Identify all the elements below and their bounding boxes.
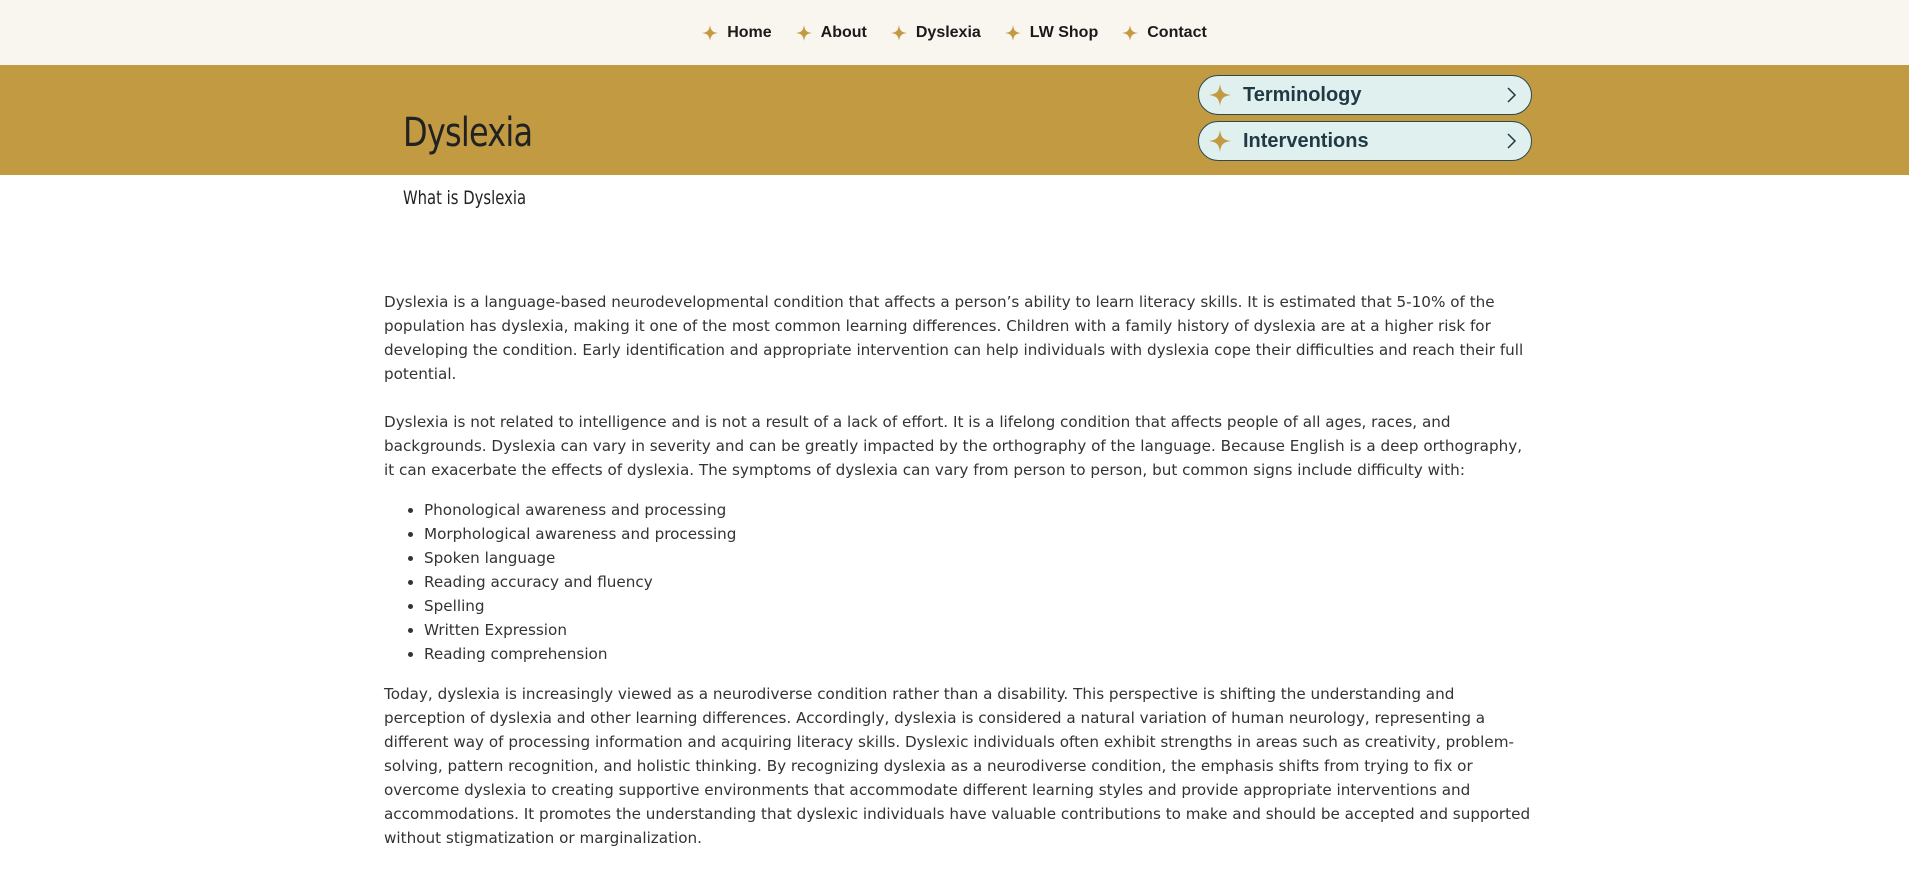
paragraph-symptoms: Dyslexia is not related to intelligence … (384, 413, 1523, 479)
symptom-list: Phonological awareness and processing Mo… (384, 498, 1534, 666)
sparkle-star-icon (1122, 24, 1139, 41)
nav-item-contact[interactable]: Contact (1122, 24, 1207, 42)
sparkle-star-icon (795, 24, 812, 41)
list-item: Morphological awareness and processing (424, 522, 1534, 546)
sparkle-star-icon (1004, 24, 1021, 41)
nav-label: LW Shop (1029, 23, 1099, 41)
nav-item-dyslexia[interactable]: Dyslexia (890, 23, 981, 42)
nav-label: Contact (1147, 23, 1207, 41)
paragraph-neurodiversity: Today, dyslexia is increasingly viewed a… (384, 685, 1531, 847)
list-item: Spelling (424, 594, 1534, 618)
list-item: Reading comprehension (424, 642, 1534, 666)
page-title: Dyslexia (403, 110, 533, 156)
chevron-right-icon (1505, 133, 1517, 149)
interventions-label: Interventions (1243, 129, 1369, 152)
top-navigation: Home About Dyslexia LW Shop Contact (0, 0, 1909, 65)
paragraph-intro: Dyslexia is a language-based neurodevelo… (384, 293, 1524, 383)
nav-label: About (820, 23, 867, 41)
list-item: Spoken language (424, 546, 1534, 570)
sparkle-star-icon (702, 24, 719, 41)
interventions-link-button[interactable]: Interventions (1198, 121, 1532, 161)
nav-label: Home (727, 23, 772, 41)
terminology-link-button[interactable]: Terminology (1198, 75, 1532, 115)
terminology-label: Terminology (1243, 83, 1362, 106)
chevron-right-icon (1505, 87, 1517, 103)
page-banner: Dyslexia Terminology Interventions (0, 65, 1909, 175)
sparkle-star-icon (890, 24, 907, 41)
section-subtitle: What is Dyslexia (403, 187, 527, 209)
nav-item-home[interactable]: Home (702, 23, 772, 42)
nav-item-about[interactable]: About (795, 23, 867, 42)
list-item: Reading accuracy and fluency (424, 570, 1534, 594)
nav-list: Home About Dyslexia LW Shop Contact (702, 24, 1207, 42)
sparkle-star-icon (1209, 84, 1231, 106)
nav-label: Dyslexia (915, 23, 981, 41)
list-item: Phonological awareness and processing (424, 498, 1534, 522)
list-item: Written Expression (424, 618, 1534, 642)
article-content: Dyslexia is a language-based neurodevelo… (384, 290, 1534, 874)
nav-item-lw-shop[interactable]: LW Shop (1004, 23, 1099, 42)
sparkle-star-icon (1209, 130, 1231, 152)
section-links: Terminology Interventions (1198, 75, 1532, 161)
